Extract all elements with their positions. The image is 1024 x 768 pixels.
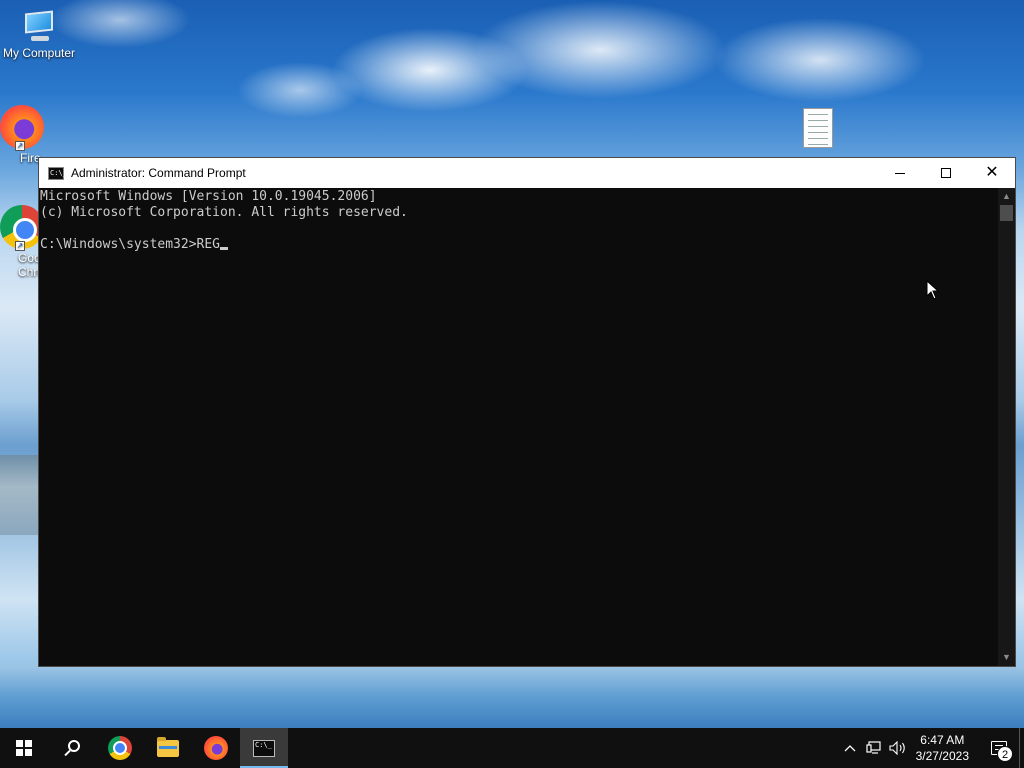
show-desktop-button[interactable] bbox=[1019, 728, 1024, 768]
start-button[interactable] bbox=[0, 728, 48, 768]
taskbar-command-prompt[interactable]: C:\_ bbox=[240, 728, 288, 768]
firefox-icon bbox=[204, 736, 228, 760]
desktop-icon-label: Fire bbox=[20, 151, 41, 165]
action-center-button[interactable]: 2 bbox=[979, 728, 1019, 768]
volume-button[interactable] bbox=[886, 728, 910, 768]
shortcut-arrow-icon: ↗ bbox=[15, 241, 25, 251]
wallpaper-reflection bbox=[0, 665, 1024, 728]
console-output[interactable]: Microsoft Windows [Version 10.0.19045.20… bbox=[39, 188, 998, 666]
window-titlebar[interactable]: C:\_ Administrator: Command Prompt ✕ bbox=[39, 158, 1015, 188]
desktop-icon-label: Goo Chro bbox=[18, 251, 45, 279]
close-icon: ✕ bbox=[985, 164, 999, 181]
clock[interactable]: 6:47 AM 3/27/2023 bbox=[910, 732, 979, 764]
vertical-scrollbar[interactable]: ▲ ▼ bbox=[998, 188, 1015, 666]
taskbar-file-explorer[interactable] bbox=[144, 728, 192, 768]
maximize-icon bbox=[941, 168, 951, 178]
notification-badge: 2 bbox=[997, 746, 1013, 762]
console-prompt-text: C:\Windows\system32>REG bbox=[40, 237, 221, 252]
maximize-button[interactable] bbox=[923, 158, 969, 188]
speaker-icon bbox=[889, 741, 905, 755]
network-button[interactable] bbox=[862, 728, 886, 768]
scroll-down-icon[interactable]: ▼ bbox=[998, 649, 1015, 666]
console-prompt-line[interactable]: C:\Windows\system32>REG bbox=[40, 237, 997, 253]
network-icon bbox=[866, 741, 881, 754]
command-prompt-window[interactable]: C:\_ Administrator: Command Prompt ✕ Mic… bbox=[38, 157, 1016, 667]
console-line: Microsoft Windows [Version 10.0.19045.20… bbox=[40, 189, 377, 204]
windows-logo-icon bbox=[16, 740, 32, 756]
desktop-icon-firefox[interactable]: ↗ Fire bbox=[0, 105, 44, 165]
clock-time: 6:47 AM bbox=[920, 733, 965, 747]
show-hidden-icons-button[interactable] bbox=[838, 728, 862, 768]
desktop-icon-my-computer[interactable]: My Computer bbox=[1, 8, 77, 60]
scroll-up-icon[interactable]: ▲ bbox=[998, 188, 1015, 205]
search-icon bbox=[68, 740, 80, 752]
minimize-button[interactable] bbox=[877, 158, 923, 188]
taskbar-chrome[interactable] bbox=[96, 728, 144, 768]
desktop-icon-chrome[interactable]: ↗ Goo Chro bbox=[0, 205, 45, 279]
desktop-icon-label: My Computer bbox=[2, 46, 76, 60]
wallpaper-sea bbox=[0, 455, 40, 535]
computer-icon bbox=[19, 8, 59, 44]
minimize-icon bbox=[895, 172, 905, 174]
mouse-pointer-icon bbox=[926, 280, 940, 300]
scrollbar-thumb[interactable] bbox=[1000, 205, 1013, 221]
shortcut-arrow-icon: ↗ bbox=[15, 141, 25, 151]
desktop-icon-text-document[interactable] bbox=[803, 108, 833, 148]
folder-icon bbox=[157, 736, 179, 757]
taskbar-firefox[interactable] bbox=[192, 728, 240, 768]
search-button[interactable] bbox=[48, 728, 96, 768]
system-tray: 6:47 AM 3/27/2023 2 bbox=[838, 728, 1024, 768]
close-button[interactable]: ✕ bbox=[969, 158, 1015, 188]
text-cursor bbox=[220, 247, 229, 250]
clock-date: 3/27/2023 bbox=[915, 749, 969, 763]
cmd-icon[interactable]: C:\_ bbox=[48, 166, 67, 180]
window-title: Administrator: Command Prompt bbox=[71, 166, 246, 180]
chrome-icon bbox=[108, 736, 132, 760]
console-line: (c) Microsoft Corporation. All rights re… bbox=[40, 205, 408, 220]
cmd-icon: C:\_ bbox=[253, 739, 275, 757]
taskbar: C:\_ 6:47 AM 3/27/2023 2 bbox=[0, 728, 1024, 768]
chevron-up-icon bbox=[844, 745, 856, 752]
